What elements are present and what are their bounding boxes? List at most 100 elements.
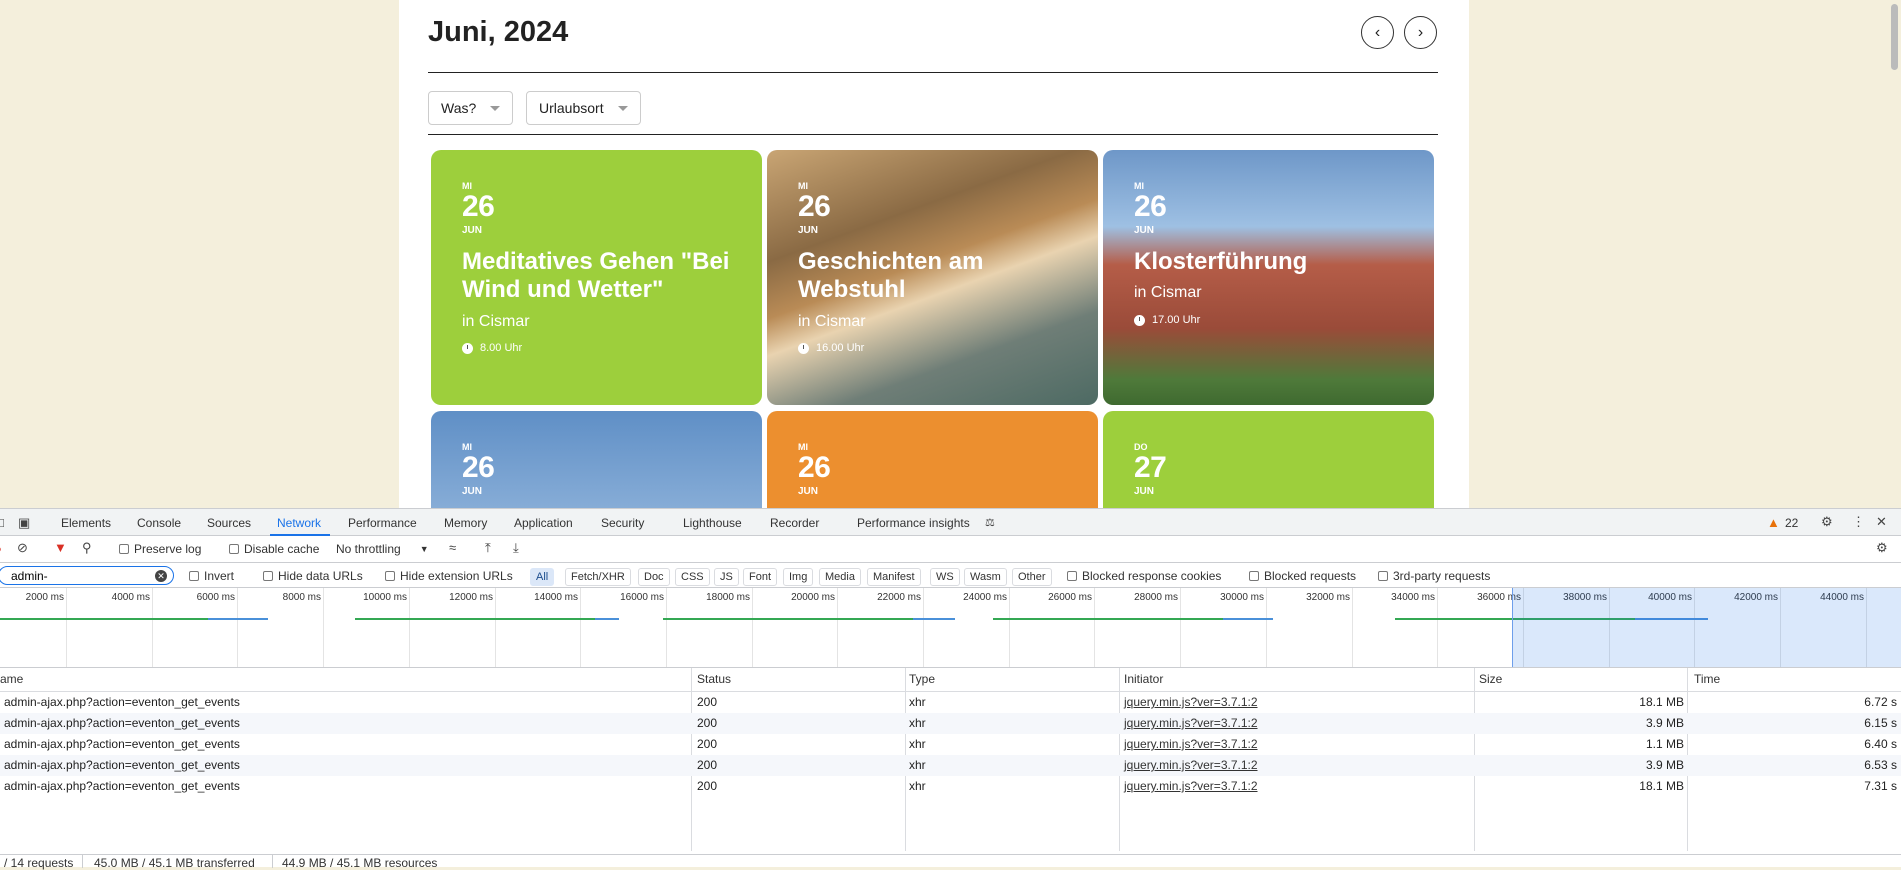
tab-memory[interactable]: Memory [444, 516, 487, 530]
type-filter-doc[interactable]: Doc [638, 568, 670, 586]
type-filter-other[interactable]: Other [1012, 568, 1052, 586]
throttling-select[interactable]: No throttling ▼ [336, 542, 429, 556]
tab-application[interactable]: Application [514, 516, 573, 530]
type-filter-media[interactable]: Media [819, 568, 861, 586]
column-header-initiator[interactable]: Initiator [1124, 668, 1164, 691]
tab-console[interactable]: Console [137, 516, 181, 530]
device-toolbar-icon[interactable]: ▣ [18, 515, 30, 531]
request-initiator-link[interactable]: jquery.min.js?ver=3.7.1:2 [1124, 755, 1258, 776]
tab-elements[interactable]: Elements [61, 516, 111, 530]
checkbox-box[interactable] [189, 571, 199, 581]
request-name[interactable]: admin-ajax.php?action=eventon_get_events [4, 755, 240, 776]
type-filter-css[interactable]: CSS [675, 568, 710, 586]
tab-recorder[interactable]: Recorder [770, 516, 819, 530]
tab-security[interactable]: Security [601, 516, 644, 530]
third-party-requests-checkbox[interactable]: 3rd-party requests [1378, 569, 1490, 583]
event-card[interactable]: MI 26 JUN Klosterführung in Cismar 17.00… [1103, 150, 1434, 405]
table-row[interactable]: admin-ajax.php?action=eventon_get_events… [0, 692, 1901, 713]
search-icon[interactable]: ⚲ [82, 540, 92, 556]
inspect-element-icon[interactable]: □ [0, 515, 4, 530]
request-initiator-link[interactable]: jquery.min.js?ver=3.7.1:2 [1124, 713, 1258, 734]
table-row[interactable]: admin-ajax.php?action=eventon_get_events… [0, 713, 1901, 734]
filter-icon[interactable]: ▼ [54, 540, 67, 555]
checkbox-box[interactable] [1378, 571, 1388, 581]
preserve-log-checkbox[interactable]: Preserve log [119, 542, 201, 556]
column-header-time[interactable]: Time [1694, 668, 1721, 691]
checkbox-box[interactable] [263, 571, 273, 581]
type-filter-font[interactable]: Font [743, 568, 778, 586]
request-name[interactable]: admin-ajax.php?action=eventon_get_events [4, 776, 240, 797]
close-icon[interactable]: ✕ [1876, 514, 1887, 530]
import-har-icon[interactable]: ⤒ [485, 540, 491, 556]
blocked-response-cookies-checkbox[interactable]: Blocked response cookies [1067, 569, 1221, 583]
event-card[interactable]: MI 26 JUN [431, 411, 762, 508]
hide-extension-urls-checkbox[interactable]: Hide extension URLs [385, 569, 513, 583]
network-conditions-icon[interactable]: ≈ [449, 540, 456, 555]
request-initiator-link[interactable]: jquery.min.js?ver=3.7.1:2 [1124, 692, 1258, 713]
scrollbar-thumb[interactable] [1891, 4, 1898, 70]
record-icon[interactable]: ● [0, 541, 2, 556]
settings-gear-icon[interactable]: ⚙ [1821, 514, 1833, 530]
disable-cache-checkbox[interactable]: Disable cache [229, 542, 319, 556]
event-card[interactable]: DO 27 JUN [1103, 411, 1434, 508]
request-name[interactable]: admin-ajax.php?action=eventon_get_events [4, 692, 240, 713]
network-settings-gear-icon[interactable]: ⚙ [1876, 540, 1888, 556]
request-status: 200 [697, 737, 718, 751]
type-filter-fetch-xhr[interactable]: Fetch/XHR [565, 568, 631, 586]
event-card[interactable]: MI 26 JUN Meditatives Gehen "Bei Wind un… [431, 150, 762, 405]
tab-performance-insights[interactable]: Performance insights [857, 516, 970, 530]
timeline-gridline [1094, 588, 1095, 667]
request-initiator-link[interactable]: jquery.min.js?ver=3.7.1:2 [1124, 776, 1258, 797]
column-header-name[interactable]: ame [0, 668, 24, 691]
filter-input[interactable] [0, 566, 174, 585]
request-bar [993, 618, 1223, 620]
checkbox-box[interactable] [385, 571, 395, 581]
tab-lighthouse[interactable]: Lighthouse [683, 516, 742, 530]
request-name[interactable]: admin-ajax.php?action=eventon_get_events [4, 734, 240, 755]
warning-icon[interactable]: ▲ [1767, 515, 1780, 530]
timeline-tick-label: 30000 ms [1220, 592, 1264, 603]
tab-network[interactable]: Network [277, 516, 321, 530]
network-timeline-overview[interactable]: 2000 ms 4000 ms 6000 ms 8000 ms 10000 ms 1200… [0, 588, 1901, 668]
checkbox-label: Blocked requests [1264, 569, 1357, 583]
next-month-button[interactable]: › [1404, 16, 1437, 49]
table-row[interactable]: admin-ajax.php?action=eventon_get_events… [0, 776, 1901, 797]
more-options-icon[interactable]: ⋮ [1852, 514, 1865, 530]
type-filter-img[interactable]: Img [783, 568, 814, 586]
event-card[interactable]: MI 26 JUN Geschichten am Webstuhl in Cis… [767, 150, 1098, 405]
warning-count[interactable]: 22 [1785, 516, 1798, 530]
page-scrollbar[interactable] [1887, 0, 1901, 508]
column-header-status[interactable]: Status [697, 668, 732, 691]
column-header-size[interactable]: Size [1479, 668, 1503, 691]
checkbox-label: 3rd-party requests [1393, 569, 1491, 583]
event-card[interactable]: MI 26 JUN [767, 411, 1098, 508]
type-filter-all[interactable]: All [530, 568, 555, 586]
resources-size: 44.9 MB / 45.1 MB resources [282, 856, 438, 870]
table-row[interactable]: admin-ajax.php?action=eventon_get_events… [0, 755, 1901, 776]
request-name[interactable]: admin-ajax.php?action=eventon_get_events [4, 713, 240, 734]
request-initiator-link[interactable]: jquery.min.js?ver=3.7.1:2 [1124, 734, 1258, 755]
column-header-type[interactable]: Type [909, 668, 936, 691]
tab-sources[interactable]: Sources [207, 516, 251, 530]
type-filter-manifest[interactable]: Manifest [867, 568, 921, 586]
clear-filter-icon[interactable]: ✕ [155, 570, 167, 582]
table-row[interactable]: admin-ajax.php?action=eventon_get_events… [0, 734, 1901, 755]
tab-performance[interactable]: Performance [348, 516, 417, 530]
type-filter-wasm[interactable]: Wasm [964, 568, 1007, 586]
checkbox-box[interactable] [1067, 571, 1077, 581]
checkbox-box[interactable] [229, 544, 239, 554]
timeline-tick-label: 26000 ms [1048, 592, 1092, 603]
blocked-requests-checkbox[interactable]: Blocked requests [1249, 569, 1356, 583]
type-filter-ws[interactable]: WS [930, 568, 960, 586]
previous-month-button[interactable]: ‹ [1361, 16, 1394, 49]
export-har-icon[interactable]: ⤓ [513, 540, 519, 556]
clear-icon[interactable]: ⊘ [17, 540, 28, 556]
timeline-selection[interactable] [1512, 588, 1901, 667]
checkbox-box[interactable] [119, 544, 129, 554]
hide-data-urls-checkbox[interactable]: Hide data URLs [263, 569, 363, 583]
place-filter-dropdown[interactable]: Urlaubsort [526, 91, 641, 125]
checkbox-box[interactable] [1249, 571, 1259, 581]
invert-checkbox[interactable]: Invert [189, 569, 234, 583]
what-filter-dropdown[interactable]: Was? [428, 91, 514, 125]
type-filter-js[interactable]: JS [714, 568, 739, 586]
